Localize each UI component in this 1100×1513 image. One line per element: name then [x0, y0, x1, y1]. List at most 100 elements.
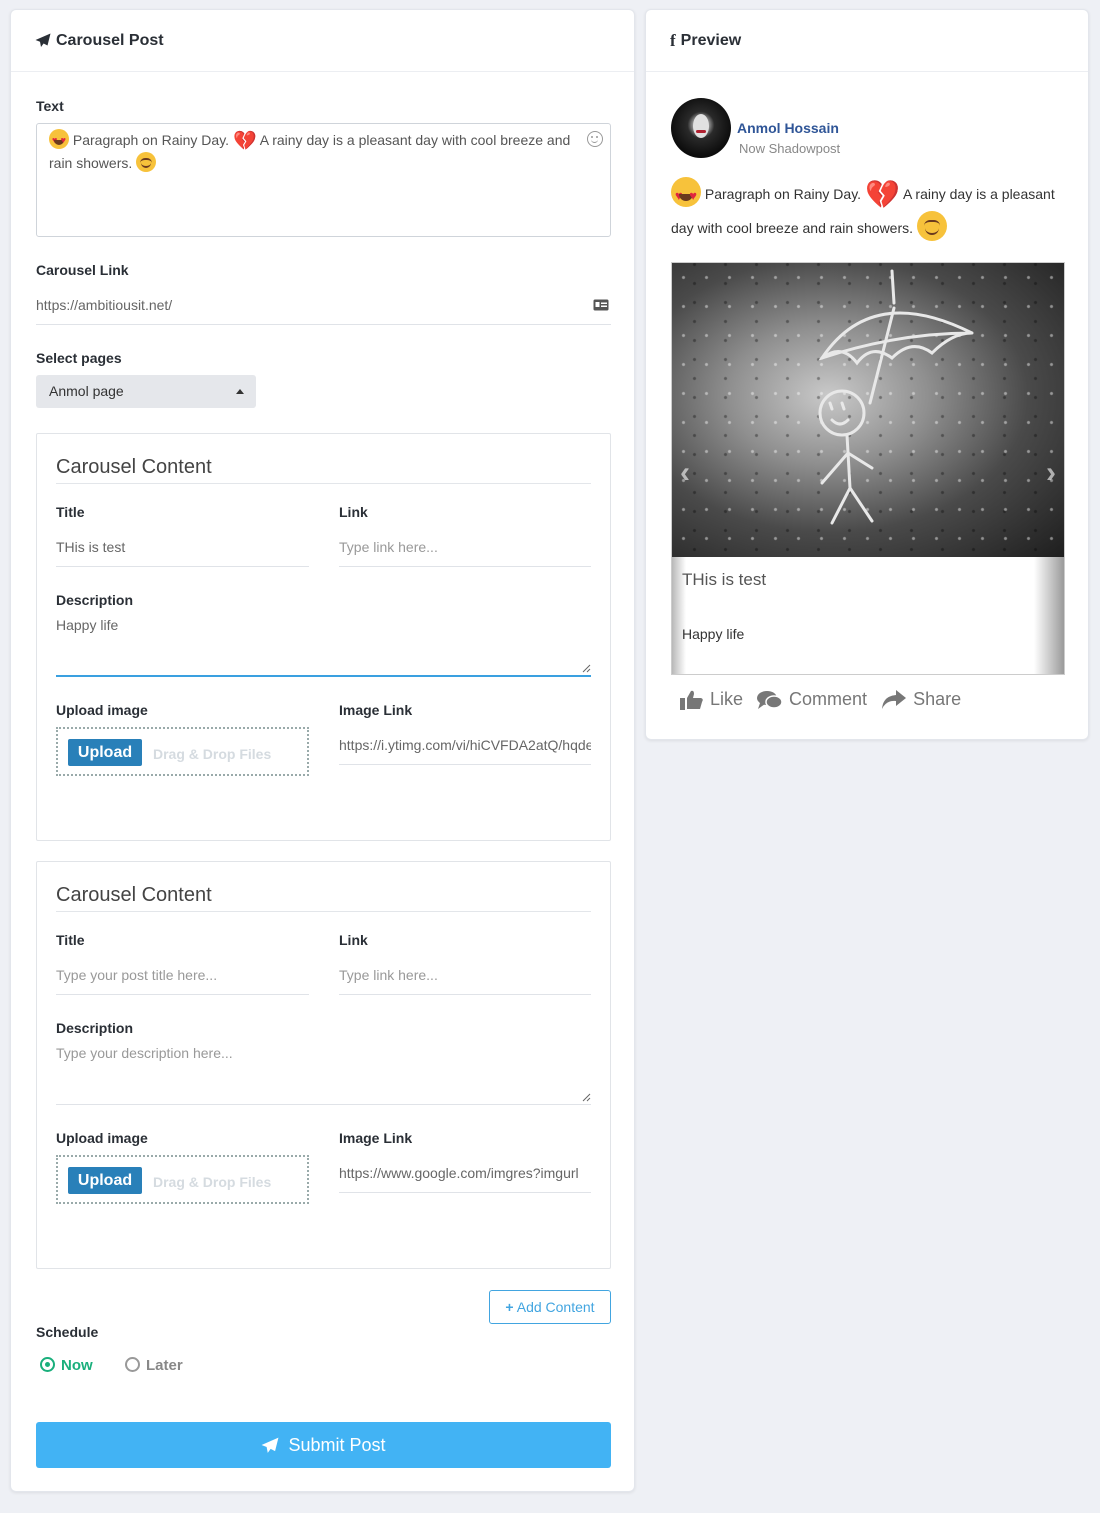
- description-label: Description: [56, 592, 134, 608]
- description-textarea[interactable]: Happy life: [56, 617, 591, 677]
- drag-drop-text: Drag & Drop Files: [153, 1174, 272, 1190]
- thumbs-up-icon: [680, 690, 703, 710]
- carousel-link-input[interactable]: https://ambitiousit.net/: [36, 285, 611, 325]
- image-link-label: Image Link: [339, 1130, 413, 1146]
- facebook-icon: f: [670, 30, 676, 50]
- title-value: THis is test: [56, 539, 126, 555]
- plus-icon: +: [505, 1299, 514, 1315]
- drag-drop-text: Drag & Drop Files: [153, 746, 272, 762]
- like-label: Like: [710, 689, 744, 709]
- broken-heart-emoji-icon: 💔: [232, 131, 257, 152]
- schedule-now-radio[interactable]: Now: [40, 1357, 93, 1374]
- title-label: Title: [56, 932, 85, 948]
- upload-image-label: Upload image: [56, 702, 148, 718]
- slide-image: ‹ ›: [672, 263, 1064, 557]
- like-action[interactable]: Like: [680, 689, 743, 710]
- title-input[interactable]: Type your post title here...: [56, 955, 309, 995]
- smiling-emoji-icon: [916, 211, 947, 241]
- select-pages-dropdown[interactable]: Anmol page: [36, 375, 256, 408]
- title-placeholder: Type your post title here...: [56, 967, 218, 983]
- share-label: Share: [913, 689, 962, 709]
- preview-text-part-1: Paragraph on Rainy Day.: [704, 186, 862, 202]
- upload-dropzone[interactable]: Upload Drag & Drop Files: [56, 727, 309, 776]
- link-label: Link: [339, 504, 368, 520]
- emoji-picker-icon[interactable]: [587, 131, 603, 147]
- preview-card: f Preview Anmol Hossain Now Shadowpost P…: [645, 9, 1089, 740]
- upload-button[interactable]: Upload: [68, 739, 142, 766]
- description-value: Happy life: [56, 617, 119, 633]
- image-link-value: https://i.ytimg.com/vi/hiCVFDA2atQ/hqdef…: [339, 737, 591, 753]
- link-placeholder: Type link here...: [339, 539, 438, 555]
- carousel-post-card: Carousel Post Text Paragraph on Rainy Da…: [10, 9, 635, 1492]
- text-label: Text: [36, 98, 64, 114]
- slide-caption: THis is test Happy life: [672, 557, 1064, 674]
- radio-checked-icon: [40, 1357, 55, 1372]
- schedule-later-label: Later: [146, 1357, 183, 1374]
- address-card-icon: [593, 299, 609, 311]
- add-content-button[interactable]: + Add Content: [489, 1290, 611, 1324]
- submit-post-button[interactable]: Submit Post: [36, 1422, 611, 1468]
- stick-figure-drawing: [818, 269, 974, 525]
- user-name[interactable]: Anmol Hossain: [737, 120, 839, 136]
- carousel-link-value: https://ambitiousit.net/: [36, 297, 173, 313]
- share-action[interactable]: Share: [881, 689, 961, 710]
- link-input[interactable]: Type link here...: [339, 955, 591, 995]
- chevron-right-icon[interactable]: ›: [1046, 456, 1056, 490]
- title-label: Title: [56, 504, 85, 520]
- post-text-area[interactable]: Paragraph on Rainy Day. 💔 A rainy day is…: [36, 123, 611, 237]
- page-title: Carousel Post: [56, 31, 164, 49]
- schedule-now-label: Now: [61, 1357, 93, 1374]
- add-content-label: Add Content: [516, 1299, 595, 1315]
- heart-eyes-emoji-icon: [671, 177, 701, 212]
- carousel-content-block-1: Carousel Content Title Link THis is test…: [36, 433, 611, 841]
- image-link-label: Image Link: [339, 702, 413, 718]
- image-link-input[interactable]: https://i.ytimg.com/vi/hiCVFDA2atQ/hqdef…: [339, 725, 591, 765]
- carousel-link-label: Carousel Link: [36, 262, 129, 278]
- select-pages-value: Anmol page: [49, 383, 124, 399]
- avatar: [671, 98, 731, 158]
- share-icon: [882, 689, 907, 709]
- link-input[interactable]: Type link here...: [339, 527, 591, 567]
- submit-post-label: Submit Post: [288, 1435, 386, 1455]
- paper-plane-icon: [262, 1437, 279, 1453]
- comment-label: Comment: [789, 689, 868, 709]
- resize-handle-icon[interactable]: [582, 1093, 591, 1102]
- slide-title: THis is test: [682, 570, 767, 589]
- post-actions: Like Comment Share: [680, 689, 961, 710]
- comments-icon: [757, 690, 783, 709]
- title-input[interactable]: THis is test: [56, 527, 309, 567]
- link-placeholder: Type link here...: [339, 967, 438, 983]
- slide-description: Happy life: [682, 626, 745, 642]
- paper-plane-icon: [35, 33, 51, 47]
- description-placeholder: Type your description here...: [56, 1045, 233, 1061]
- upload-dropzone[interactable]: Upload Drag & Drop Files: [56, 1155, 309, 1204]
- preview-title: Preview: [680, 31, 742, 49]
- caret-up-icon: [236, 389, 244, 394]
- carousel-post-header: Carousel Post: [11, 10, 634, 72]
- schedule-label: Schedule: [36, 1324, 99, 1340]
- description-label: Description: [56, 1020, 134, 1036]
- preview-header: f Preview: [646, 10, 1088, 72]
- image-link-input[interactable]: https://www.google.com/imgres?imgurl: [339, 1153, 591, 1193]
- preview-carousel: ‹ › THis is test Happy life: [671, 262, 1065, 675]
- schedule-later-radio[interactable]: Later: [125, 1357, 183, 1374]
- smiling-emoji-icon: [136, 152, 157, 172]
- carousel-content-block-2: Carousel Content Title Link Type your po…: [36, 861, 611, 1269]
- upload-button[interactable]: Upload: [68, 1167, 142, 1194]
- select-pages-label: Select pages: [36, 350, 122, 366]
- radio-unchecked-icon: [125, 1357, 140, 1372]
- description-textarea[interactable]: Type your description here...: [56, 1045, 591, 1105]
- carousel-content-heading: Carousel Content: [56, 456, 591, 484]
- comment-action[interactable]: Comment: [757, 689, 867, 710]
- preview-post-text: Paragraph on Rainy Day. 💔 A rainy day is…: [671, 177, 1066, 244]
- post-text-part-1: Paragraph on Rainy Day.: [72, 132, 230, 148]
- heart-eyes-emoji-icon: [49, 129, 69, 151]
- link-label: Link: [339, 932, 368, 948]
- broken-heart-emoji-icon: 💔: [864, 179, 900, 210]
- resize-handle-icon[interactable]: [582, 664, 591, 673]
- post-meta: Now Shadowpost: [739, 141, 841, 156]
- image-link-value: https://www.google.com/imgres?imgurl: [339, 1165, 579, 1181]
- chevron-left-icon[interactable]: ‹: [680, 456, 690, 490]
- carousel-content-heading: Carousel Content: [56, 884, 591, 912]
- upload-image-label: Upload image: [56, 1130, 148, 1146]
